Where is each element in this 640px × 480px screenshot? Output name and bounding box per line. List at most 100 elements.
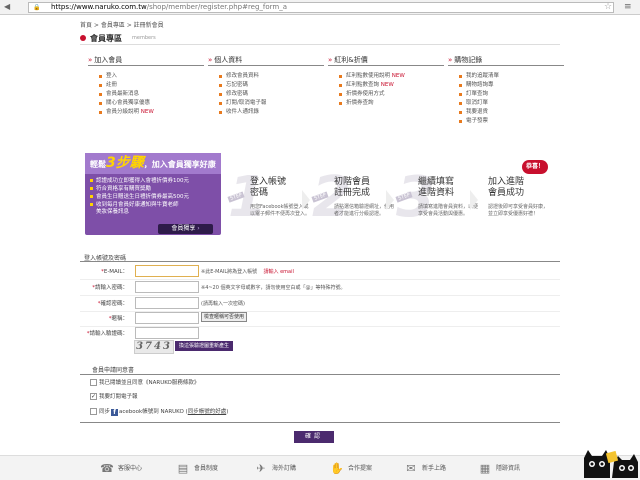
menu-item[interactable]: 會員最新消息 xyxy=(88,90,204,99)
menu-item[interactable]: 紅利點數查詢 NEW xyxy=(328,81,444,90)
plane-icon: ✈ xyxy=(256,461,266,475)
menu-item[interactable]: 購物諮詢專 xyxy=(448,81,564,90)
breadcrumb: 首頁 > 會員專區 > 註冊新會員 xyxy=(80,22,164,29)
facebook-sync-checkbox[interactable] xyxy=(90,408,97,415)
menu-item[interactable]: 註冊 xyxy=(88,81,204,90)
menu-column-join: » 加入會員 登入 註冊 會員最新消息 關心會員獨享優惠 會員分級說明 NEW xyxy=(88,55,204,117)
step-title: 登入帳號 密碼 xyxy=(250,177,287,198)
captcha-image: 3743 xyxy=(134,340,174,354)
step-title: 加入進階 會員成功 xyxy=(488,177,525,198)
refresh-captcha-button[interactable]: 換這張驗證圖重新產生 xyxy=(175,341,234,351)
check-nickname-button[interactable]: 檢查暱稱可否使用 xyxy=(201,312,248,322)
bullet-icon xyxy=(219,111,222,114)
menu-column-orders: » 購物記錄 我的追蹤清單 購物諮詢專 訂單查詢 取消訂單 我要退貨 電子發票 xyxy=(448,55,564,126)
cat-mascot-icon xyxy=(584,450,638,478)
url-host: https://www.naruko.com.tw xyxy=(51,3,147,11)
nickname-row: *暱稱： 檢查暱稱可否使用 xyxy=(80,312,560,326)
submit-button[interactable]: 確認 xyxy=(294,431,334,443)
password-hint: ※4~20 個英文字母或數字，請勿使用空白或「@」等特殊符號。 xyxy=(201,285,346,291)
password-input[interactable] xyxy=(135,281,199,293)
menu-item[interactable]: 會員分級說明 NEW xyxy=(88,108,204,117)
bullet-icon xyxy=(459,75,462,78)
menu-item[interactable]: 我要退貨 xyxy=(448,108,564,117)
bullet-icon xyxy=(339,93,342,96)
footer-item-privacy[interactable]: ▦ 隱跡資訊 xyxy=(478,461,520,477)
step-title: 初階會員 註冊完成 xyxy=(334,177,371,198)
promo-line: 收到每月會員好康通知與牛寶老師 xyxy=(90,202,218,209)
captcha-label: *請輸入驗證碼： xyxy=(86,331,128,337)
menu-column-bonus: » 紅利&折價 紅利點數使用說明 NEW 紅利點數查詢 NEW 折價券使用方式 折… xyxy=(328,55,444,108)
promo-banner: 輕鬆3步驟，加入會員獨享好康 認證成功立即獲得入會禮折價券100元 符合資格享有… xyxy=(85,153,221,235)
menu-item[interactable]: 我的追蹤清單 xyxy=(448,72,564,81)
menu-item[interactable]: 關心會員獨享優惠 xyxy=(88,99,204,108)
footer-item-overseas[interactable]: ✈ 海外訂購 xyxy=(254,461,296,477)
newsletter-checkbox[interactable]: ✓ xyxy=(90,393,97,400)
agreement-title: 會員申請同意書 xyxy=(92,367,135,374)
bullet-icon xyxy=(99,84,102,87)
member-card-icon: ▤ xyxy=(177,461,189,475)
newsletter-checkbox-row: ✓ 我要訂閱電子報 xyxy=(90,393,390,403)
address-bar[interactable]: https://www.naruko.com.tw/shop/member/re… xyxy=(28,2,614,13)
menu-item[interactable]: 折價券查詢 xyxy=(328,99,444,108)
section-header: 會員專區 members xyxy=(80,33,560,43)
member-benefits-button[interactable]: 會員獨享 › xyxy=(158,224,213,234)
confirm-password-row: *確認密碼： (請再輸入一次密碼) xyxy=(80,297,560,311)
captcha-input[interactable] xyxy=(135,327,199,339)
confirm-password-hint: (請再輸入一次密碼) xyxy=(201,301,245,307)
nickname-label: *暱稱： xyxy=(108,316,128,322)
menu-column-title: » 個人資料 xyxy=(208,55,324,66)
bullet-icon xyxy=(459,84,462,87)
email-hint: ※此E-MAIL將為登入帳號 請輸入 email xyxy=(201,269,294,275)
email-input[interactable] xyxy=(135,265,199,277)
bullet-icon xyxy=(459,93,462,96)
menu-item[interactable]: 取消訂單 xyxy=(448,99,564,108)
footer-item-membership[interactable]: ▤ 會員制度 xyxy=(176,461,218,477)
menu-item[interactable]: 訂閱/取消電子報 xyxy=(208,99,324,108)
divider xyxy=(80,295,560,296)
double-chevron-icon: » xyxy=(88,56,93,64)
menu-item[interactable]: 訂單查詢 xyxy=(448,90,564,99)
bullet-icon xyxy=(459,102,462,105)
footer-item-newbie[interactable]: ✉ 新手上路 xyxy=(404,461,446,477)
bullet-icon xyxy=(99,111,102,114)
menu-item[interactable]: 修改會員資料 xyxy=(208,72,324,81)
menu-column-profile: » 個人資料 修改會員資料 忘記密碼 修改密碼 訂閱/取消電子報 收件人通訊錄 xyxy=(208,55,324,117)
menu-item[interactable]: 紅利點數使用說明 NEW xyxy=(328,72,444,81)
promo-line: 會員生日贈送生日禮折價券最高500元 xyxy=(90,194,218,201)
menu-item[interactable]: 折價券使用方式 xyxy=(328,90,444,99)
menu-item[interactable]: 忘記密碼 xyxy=(208,81,324,90)
terms-label: 我已閱讀並且同意《NARUKO服務條款》 xyxy=(99,380,200,386)
menu-item[interactable]: 登入 xyxy=(88,72,204,81)
menu-item[interactable]: 收件人通訊錄 xyxy=(208,108,324,117)
bullet-icon xyxy=(339,75,342,78)
menu-item[interactable]: 電子發票 xyxy=(448,117,564,126)
bullet-icon xyxy=(219,102,222,105)
promo-line: 美妝保養訊息 xyxy=(96,209,130,215)
password-row: *請輸入密碼： ※4~20 個英文字母或數字，請勿使用空白或「@」等特殊符號。 xyxy=(80,281,560,295)
footer-item-partnership[interactable]: ✋ 合作提案 xyxy=(330,461,372,477)
section-title: 會員專區 xyxy=(90,34,122,43)
email-label: *E-MAIL： xyxy=(101,269,128,275)
captcha-row: *請輸入驗證碼： xyxy=(80,327,560,341)
email-row: *E-MAIL： ※此E-MAIL將為登入帳號 請輸入 email xyxy=(80,265,560,279)
bookmark-star-icon[interactable]: ☆ xyxy=(604,2,612,12)
congrats-badge: 恭喜！ xyxy=(522,160,548,174)
nickname-input[interactable] xyxy=(135,312,199,324)
footer-item-service[interactable]: ☎ 客服中心 xyxy=(100,461,142,477)
divider xyxy=(80,374,560,375)
facebook-benefits-link[interactable]: 同步帳號的好處 xyxy=(188,409,227,415)
divider xyxy=(80,422,560,423)
terms-checkbox[interactable] xyxy=(90,379,97,386)
bullet-icon xyxy=(459,120,462,123)
confirm-password-input[interactable] xyxy=(135,297,199,309)
facebook-sync-label: 同步 f acebook帳號到 NARUKO (同步帳號的好處) xyxy=(99,409,229,416)
handshake-icon: ✋ xyxy=(330,461,344,475)
menu-item[interactable]: 修改密碼 xyxy=(208,90,324,99)
browser-menu-icon[interactable]: ≡ xyxy=(624,2,632,12)
bullet-icon xyxy=(339,102,342,105)
back-arrow-icon[interactable]: ◀ xyxy=(4,3,12,11)
divider xyxy=(80,44,560,45)
url-path: /shop/member/register.php#reg_form_a xyxy=(146,3,288,11)
bullet-icon xyxy=(99,102,102,105)
confirm-password-label: *確認密碼： xyxy=(97,301,128,307)
